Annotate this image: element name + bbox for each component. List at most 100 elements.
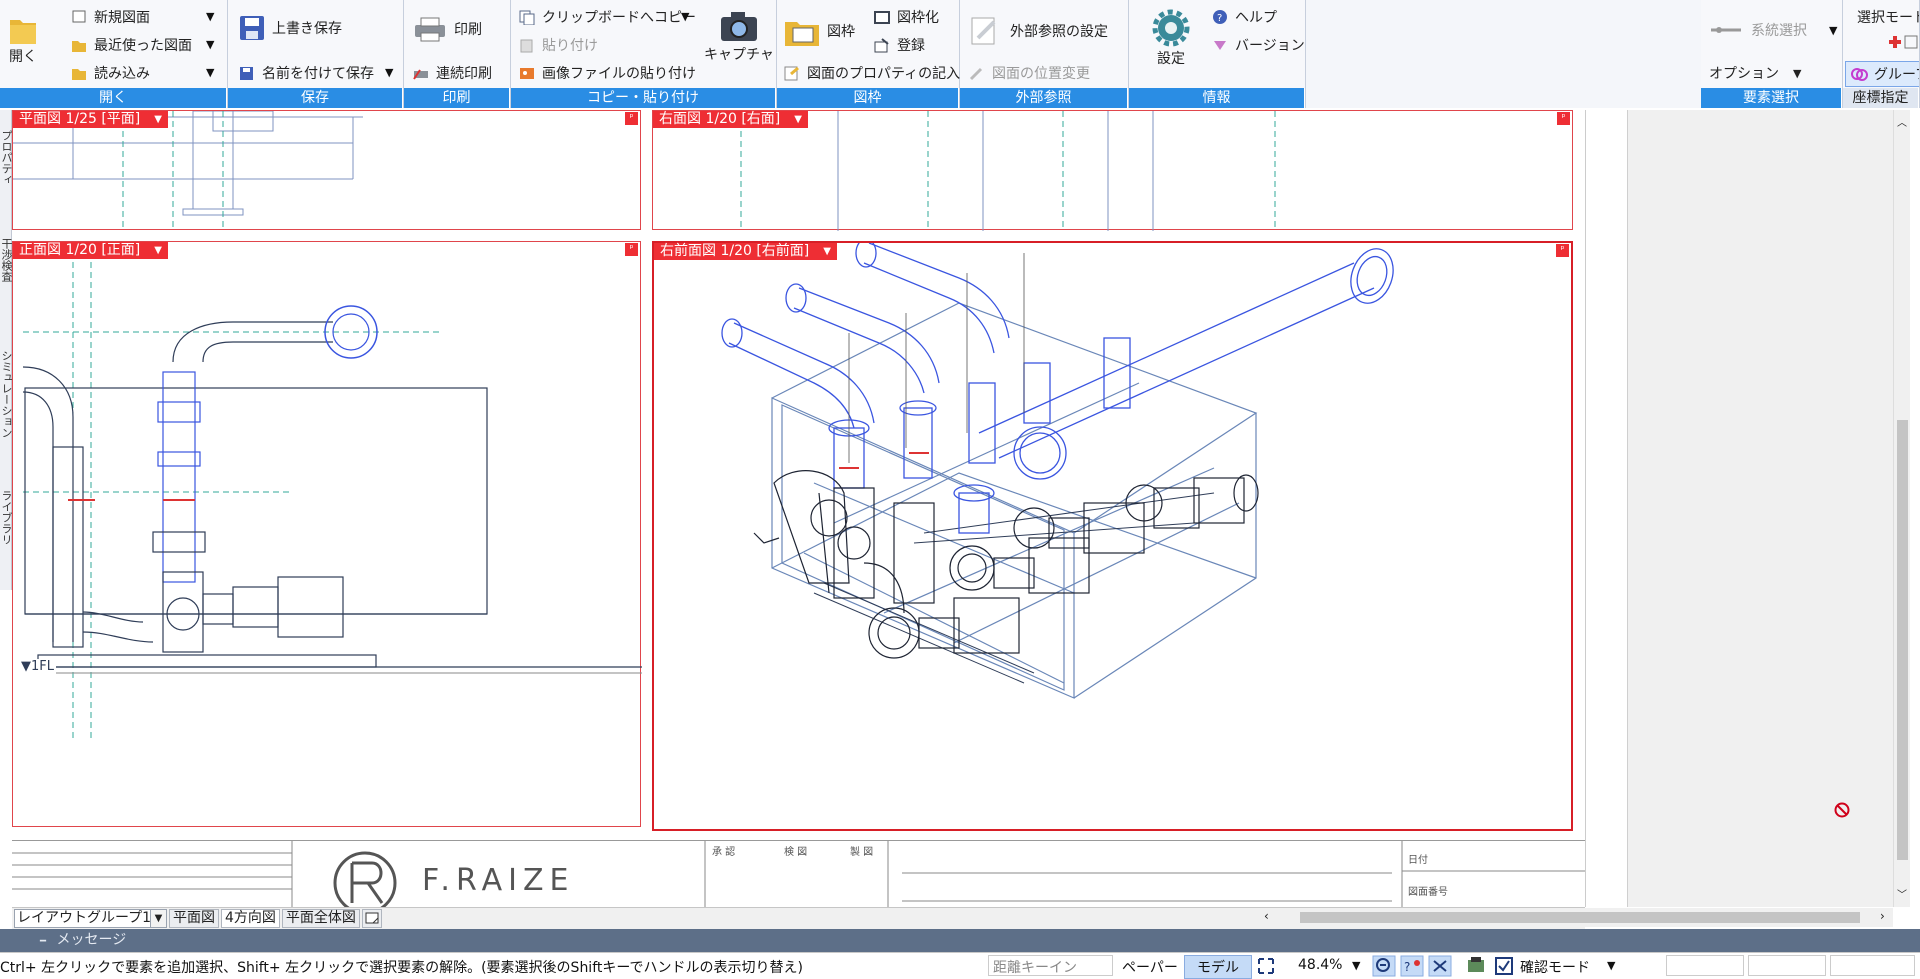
chevron-right-icon[interactable]: › [1880, 909, 1885, 923]
status-hint: Ctrl+ 左クリックで要素を追加選択、Shift+ 左クリックで選択要素の解除… [0, 960, 803, 976]
paper-toggle[interactable]: ペーパー [1122, 957, 1178, 977]
side-tab-interference-check[interactable]: 干渉検査 [0, 238, 12, 318]
pin-icon[interactable]: ᵖ [1557, 112, 1570, 125]
fit-view-icon[interactable] [1256, 956, 1276, 976]
copy-to-clipboard-button[interactable]: クリップボードへコピー [518, 7, 696, 27]
viewport-iso[interactable]: 右前面図 1/20 [右前面] ▼ ᵖ [652, 241, 1573, 831]
version-icon [1214, 41, 1226, 50]
settings-button[interactable]: 設定 [1151, 8, 1191, 68]
render-icon[interactable] [1466, 956, 1486, 976]
group-icon [1851, 68, 1868, 81]
side-tab-simulation[interactable]: シミュレーション [0, 350, 12, 470]
chevron-down-icon[interactable]: ▼ [206, 38, 214, 51]
group-button[interactable]: グループ [1845, 61, 1919, 87]
frame-button[interactable]: 図枠 [783, 14, 855, 48]
frameize-button[interactable]: 図枠化 [873, 7, 939, 27]
svg-text:?: ? [1217, 13, 1222, 24]
chevron-down-icon[interactable]: ▼ [206, 10, 214, 23]
distance-keyin-input[interactable]: 距離キーイン [988, 955, 1113, 976]
layout-tab-plan-overall[interactable]: 平面全体図 [281, 909, 360, 928]
side-tab-library[interactable]: ライブラリ [0, 490, 12, 580]
ribbon-group-print: 印刷 連続印刷 印刷 [404, 0, 511, 108]
chevron-down-icon[interactable]: ▼ [206, 66, 214, 79]
chevron-down-icon[interactable]: ▼ [154, 111, 162, 128]
print-button[interactable]: 印刷 [412, 15, 482, 43]
ribbon-group-label: 外部参照 [960, 88, 1128, 108]
viewport-front[interactable]: ▼1FL 正面図 1/20 [正面] ▼ ᵖ [12, 241, 642, 827]
new-layout-icon[interactable] [361, 909, 382, 928]
chevron-down-icon[interactable]: ﹀ [1897, 886, 1907, 901]
frame-icon [874, 11, 890, 24]
viewport-plan[interactable]: 平面図 1/25 [平面] ▼ ᵖ [12, 110, 641, 231]
help-button[interactable]: ? ヘルプ [1211, 7, 1277, 27]
drawing-canvas[interactable]: 平面図 1/25 [平面] ▼ ᵖ 右面図 1/20 [右面] ▼ ᵖ ▼1FL… [12, 110, 1585, 907]
chevron-down-icon[interactable]: ▼ [1352, 959, 1360, 972]
scrollbar-thumb[interactable] [1300, 912, 1860, 923]
zoom-level[interactable]: 48.4% [1298, 957, 1342, 973]
chevron-down-icon[interactable]: ▼ [794, 111, 802, 128]
viewport-right[interactable]: 右面図 1/20 [右面] ▼ ᵖ [652, 110, 1573, 231]
ribbon-group-select: 系統選択 ▼ オプション ▼ 要素選択 [1701, 0, 1843, 108]
register-button[interactable]: 登録 [873, 35, 925, 55]
version-button[interactable]: バージョン [1211, 35, 1305, 55]
open-button[interactable]: 開く [8, 12, 38, 66]
chevron-down-icon[interactable]: ▼ [823, 243, 831, 260]
layout-tab-plan[interactable]: 平面図 [169, 909, 219, 928]
chevron-down-icon: ▼ [150, 910, 166, 927]
model-toggle[interactable]: モデル [1184, 955, 1252, 979]
ribbon-group-label: 要素選択 [1701, 88, 1842, 108]
options-button[interactable]: オプション ▼ [1709, 63, 1801, 83]
pin-icon[interactable]: ᵖ [1556, 244, 1569, 257]
save-as-button[interactable]: 名前を付けて保存 [238, 63, 374, 83]
save-icon [240, 16, 264, 40]
ribbon-group-info: 設定 ? ヘルプ バージョン 情報 [1129, 0, 1306, 108]
paste-image-file-button[interactable]: 画像ファイルの貼り付け [518, 63, 696, 83]
drawing-position-change-button[interactable]: 図面の位置変更 [968, 63, 1090, 83]
collapse-icon[interactable]: ━ [40, 936, 46, 947]
chevron-left-icon[interactable]: ‹ [1264, 909, 1269, 923]
layout-group-select[interactable]: レイアウトグループ1 ▼ [14, 909, 167, 928]
viewport-title[interactable]: 右面図 1/20 [右面] ▼ [653, 111, 808, 128]
copy-icon [519, 10, 535, 25]
drawing-properties-button[interactable]: 図面のプロパティの記入 [783, 63, 960, 83]
add-selection-icon [1889, 35, 1918, 49]
viewport-title[interactable]: 右前面図 1/20 [右前面] ▼ [654, 243, 837, 260]
recent-drawings-button[interactable]: 最近使った図面 [70, 35, 192, 55]
xref-icon [971, 17, 996, 45]
xref-settings-button[interactable]: 外部参照の設定 [968, 14, 1108, 48]
chevron-down-icon: ▼ [1793, 66, 1802, 80]
chevron-up-icon[interactable]: ︿ [1897, 114, 1907, 129]
chevron-down-icon[interactable]: ▼ [681, 10, 689, 23]
plan-drawing [13, 111, 363, 231]
check-mode-icon[interactable] [1494, 956, 1514, 976]
batch-print-button[interactable]: 連続印刷 [412, 63, 492, 83]
capture-button[interactable]: キャプチャ [704, 8, 774, 64]
system-select-button[interactable]: 系統選択 [1709, 20, 1807, 40]
system-select-icon [1711, 27, 1741, 33]
vertical-scrollbar[interactable]: ︿ ﹀ [1893, 110, 1910, 907]
new-drawing-button[interactable]: 新規図面 [70, 7, 150, 27]
chevron-down-icon[interactable]: ▼ [1829, 24, 1837, 37]
pin-icon[interactable]: ᵖ [625, 243, 638, 256]
mode-selector[interactable]: 確認モード [1520, 957, 1590, 977]
selection-mode-button[interactable]: 選択モード [1857, 7, 1919, 27]
save-as-icon [240, 67, 253, 80]
layout-tab-four-view[interactable]: 4方向図 [221, 909, 280, 928]
message-bar[interactable]: ━ メッセージ [0, 929, 1920, 952]
snap-icon[interactable]: ? [1400, 955, 1424, 977]
overwrite-save-button[interactable]: 上書き保存 [238, 14, 342, 42]
side-tab-properties[interactable]: プロパティ [0, 130, 12, 220]
chevron-down-icon[interactable]: ▼ [154, 242, 162, 259]
chevron-down-icon[interactable]: ▼ [1607, 959, 1615, 972]
scrollbar-thumb[interactable] [1897, 420, 1908, 860]
paste-button[interactable]: 貼り付け [518, 35, 598, 55]
zoom-out-icon[interactable] [1372, 955, 1396, 977]
chevron-down-icon[interactable]: ▼ [385, 66, 393, 79]
ribbon: 開く 新規図面 最近使った図面 読み込み ▼ ▼ ▼ 開く 上書き保存 名前を付… [0, 0, 1920, 108]
viewport-title[interactable]: 正面図 1/20 [正面] ▼ [13, 242, 168, 259]
import-button[interactable]: 読み込み [70, 63, 150, 83]
pin-icon[interactable]: ᵖ [625, 112, 638, 125]
cross-snap-icon[interactable] [1428, 955, 1452, 977]
horizontal-scrollbar[interactable]: ‹ › [1260, 908, 1893, 927]
viewport-title[interactable]: 平面図 1/25 [平面] ▼ [13, 111, 168, 128]
